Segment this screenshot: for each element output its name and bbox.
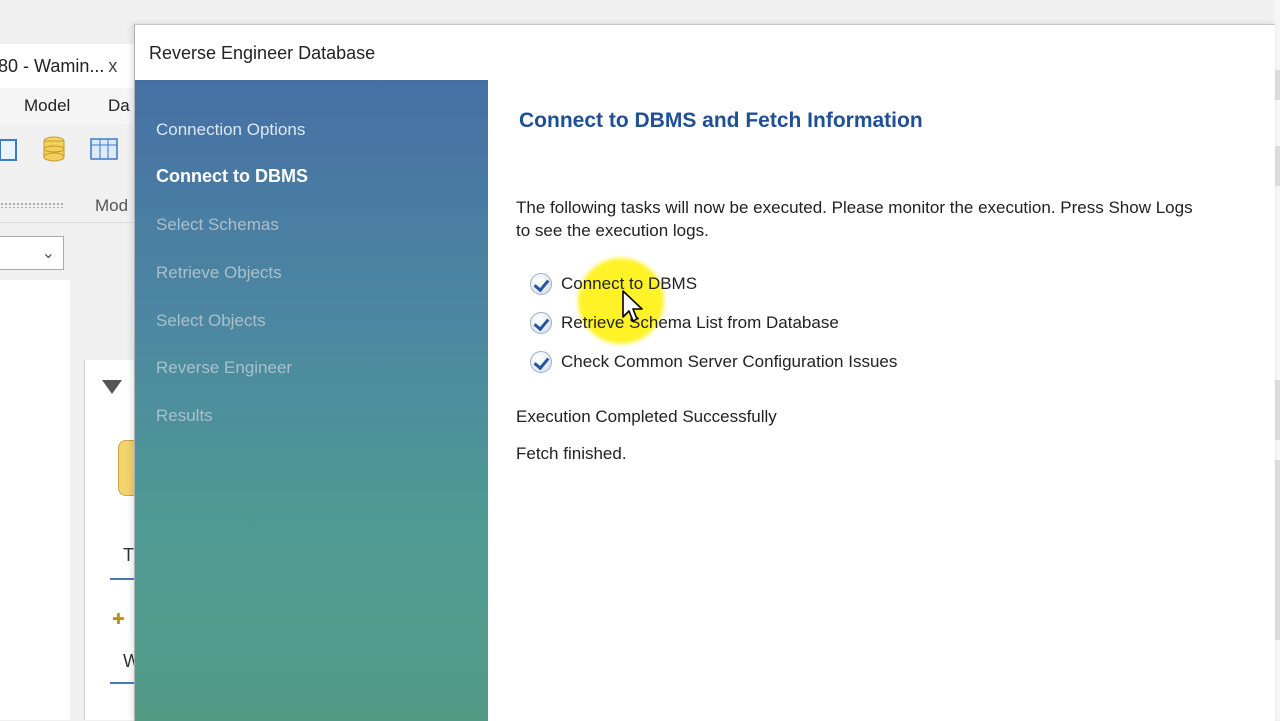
task-description: The following tasks will now be executed… [516,198,1193,240]
task-label: Retrieve Schema List from Database [561,313,839,332]
drag-handle[interactable] [0,202,64,208]
task-label: Check Common Server Configuration Issues [561,352,898,371]
fetch-status: Fetch finished. [516,444,627,463]
background-divider [110,682,134,684]
check-circle-icon [530,312,552,334]
check-circle-icon [530,351,552,373]
chevron-down-icon: ⌄ [41,245,55,262]
add-icon[interactable]: ✚ [112,610,125,628]
background-dropdown[interactable]: ⌄ [0,236,64,270]
background-menubar: Model Da [0,88,134,124]
step-reverse-engineer: Reverse Engineer [156,358,293,377]
new-file-icon[interactable] [0,136,24,162]
dialog-title: Reverse Engineer Database [149,43,376,63]
check-circle-icon [530,273,552,295]
background-letter: T [123,545,134,565]
task-item: Connect to DBMS [530,271,697,297]
dialog-titlebar[interactable]: Reverse Engineer Database [135,25,1275,80]
background-tab-title: 80 - Wamin... [0,55,105,76]
reverse-engineer-dialog: Reverse Engineer Database Connection Opt… [134,24,1275,721]
step-select-schemas: Select Schemas [156,215,279,234]
collapse-triangle-icon[interactable] [102,380,122,394]
background-left-pane [0,280,70,720]
table-icon[interactable] [90,136,118,162]
menu-database[interactable]: Da [108,96,130,116]
mouse-pointer-icon [622,290,643,322]
background-toolbar [0,126,134,178]
step-retrieve-objects: Retrieve Objects [156,263,282,282]
panel-label: Mod [95,196,129,215]
tab-close-icon[interactable]: x [108,56,117,77]
page-title: Connect to DBMS and Fetch Information [519,109,923,132]
background-tab[interactable]: 80 - Wamin... x [0,44,134,88]
background-panel-header: Mod [0,190,134,223]
database-icon [118,440,135,496]
background-divider [110,578,134,580]
execution-status: Execution Completed Successfully [516,407,777,426]
step-results: Results [156,406,213,425]
wizard-content: Connect to DBMS and Fetch Information Th… [488,80,1275,721]
step-connection-options: Connection Options [156,120,306,139]
task-item: Retrieve Schema List from Database [530,310,839,336]
menu-model[interactable]: Model [24,96,70,116]
step-connect-to-dbms: Connect to DBMS [156,166,308,186]
wizard-steps-sidebar: Connection Options Connect to DBMS Selec… [135,80,488,721]
database-icon[interactable] [42,136,66,162]
step-select-objects: Select Objects [156,311,266,330]
task-item: Check Common Server Configuration Issues [530,349,897,375]
